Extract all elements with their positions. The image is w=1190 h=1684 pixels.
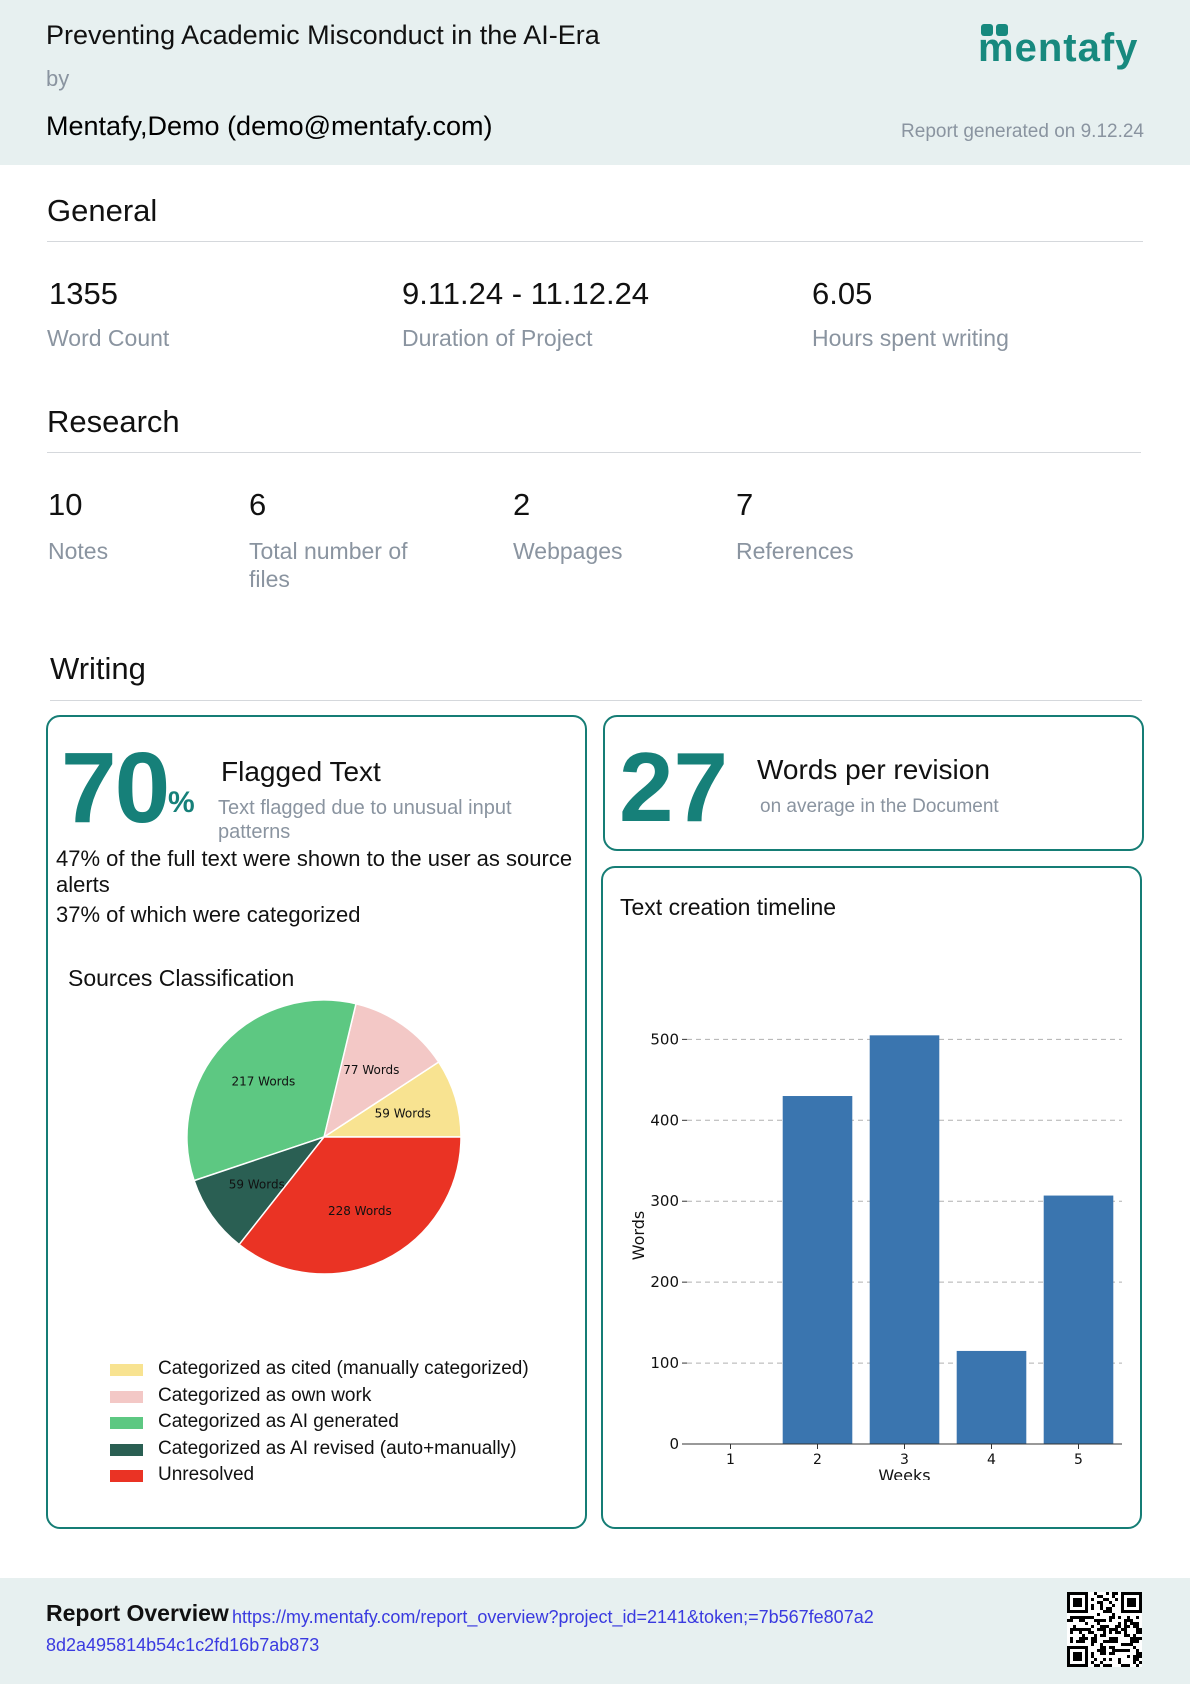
legend-label: Categorized as own work: [158, 1384, 372, 1406]
y-tick-label: 0: [669, 1435, 679, 1453]
legend-swatch: [110, 1417, 143, 1429]
legend-label: Categorized as AI generated: [158, 1411, 399, 1432]
references-label: References: [736, 538, 854, 564]
pie-slice-label: 59 Words: [375, 1107, 431, 1121]
notes-label: Notes: [48, 538, 109, 564]
section-divider: [47, 452, 1141, 453]
notes-value: 10: [48, 487, 83, 522]
section-writing-title: Writing: [50, 651, 146, 686]
pie-slice-label: 217 Words: [231, 1074, 295, 1088]
section-general-title: General: [47, 193, 158, 228]
report-date: Report generated on 9.12.24: [901, 121, 1144, 142]
x-tick-label: 2: [813, 1452, 822, 1468]
by-label: by: [46, 66, 70, 91]
legend-swatch: [110, 1390, 143, 1403]
source-alerts-text: 47% of the full text were shown to the u…: [56, 846, 573, 897]
bar: [956, 1350, 1027, 1444]
y-tick-label: 400: [650, 1111, 679, 1129]
percent-sign: %: [168, 786, 195, 819]
files-value: 6: [249, 487, 267, 522]
duration-value: 9.11.24 - 11.12.24: [402, 276, 650, 311]
pie-slice-label: 77 Words: [343, 1063, 399, 1077]
author-name: Mentafy,Demo (demo@mentafy.com): [46, 111, 493, 141]
flagged-text-title: Flagged Text: [221, 756, 381, 787]
bar: [869, 1035, 940, 1444]
sources-pie-chart: 59 Words 77 Words 217 Words 59 Words 228 Wor…: [186, 999, 462, 1275]
pie-slice-label: 228 Words: [328, 1204, 392, 1218]
pie-slice-label: 59 Words: [229, 1177, 285, 1191]
y-tick-label: 200: [650, 1273, 679, 1291]
x-tick-label: 1: [726, 1452, 735, 1468]
legend-swatch: [110, 1443, 143, 1456]
logo-text: mentafy: [978, 26, 1139, 70]
duration-label: Duration of Project: [402, 325, 593, 351]
timeline-chart-title: Text creation timeline: [620, 894, 837, 920]
files-label: Total number of files: [249, 538, 408, 592]
legend-label: Categorized as AI revised (auto+manually…: [158, 1437, 517, 1459]
y-tick-label: 300: [650, 1192, 679, 1210]
qr-code-icon: [1067, 1592, 1142, 1667]
section-research-title: Research: [47, 404, 180, 439]
legend-label: Categorized as cited (manually categoriz…: [158, 1358, 529, 1379]
categorized-text: 37% of which were categorized: [56, 902, 361, 927]
words-per-revision-subtitle: on average in the Document: [760, 796, 999, 817]
y-axis-label: Words: [629, 1211, 648, 1260]
document-title: Preventing Academic Misconduct in the AI…: [46, 20, 600, 50]
y-tick-label: 100: [650, 1354, 679, 1372]
bar: [782, 1096, 853, 1444]
mentafy-logo: mentafy: [978, 24, 1140, 72]
x-tick-label: 5: [1074, 1452, 1083, 1468]
legend-swatch: [110, 1470, 143, 1482]
legend-swatch: [110, 1364, 143, 1376]
flagged-text-subtitle: Text flagged due to unusual input patter…: [218, 797, 512, 843]
section-divider: [47, 241, 1143, 242]
word-count-label: Word Count: [47, 325, 170, 351]
bar: [1043, 1195, 1114, 1444]
words-per-revision-title: Words per revision: [757, 754, 990, 785]
section-divider: [50, 700, 1142, 701]
webpages-value: 2: [513, 487, 531, 522]
references-value: 7: [736, 487, 754, 522]
words-per-revision-value: 27: [619, 732, 729, 842]
timeline-bar-chart: 01002003004005001 2 3 4 5WeeksWords: [629, 1030, 1122, 1480]
report-overview-title: Report Overview: [46, 1600, 229, 1626]
legend-label: Unresolved: [158, 1464, 255, 1485]
word-count-value: 1355: [49, 276, 118, 311]
x-axis-label: Weeks: [878, 1466, 930, 1480]
webpages-label: Webpages: [513, 538, 623, 564]
hours-value: 6.05: [812, 276, 873, 311]
flagged-percent-value: 70: [61, 732, 170, 844]
hours-label: Hours spent writing: [812, 325, 1009, 351]
y-tick-label: 500: [650, 1030, 679, 1048]
x-tick-label: 4: [987, 1452, 996, 1468]
